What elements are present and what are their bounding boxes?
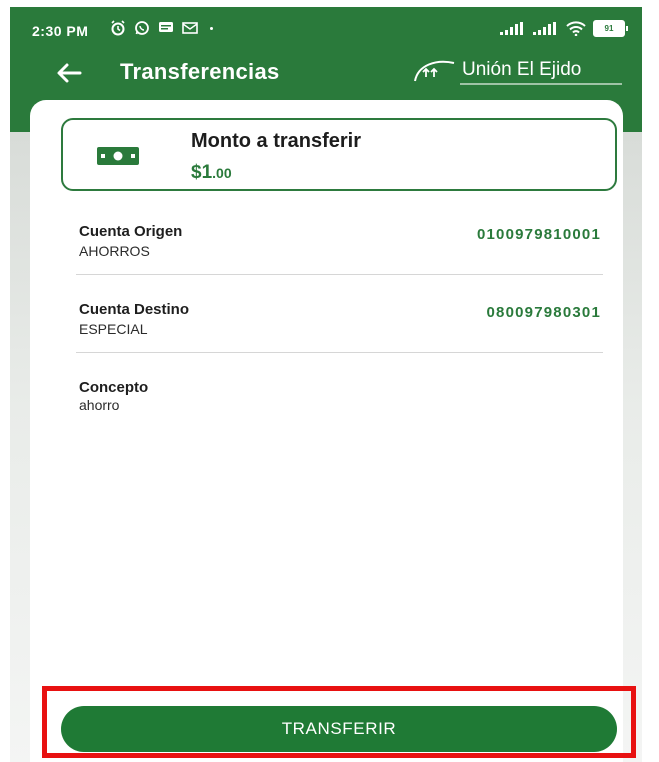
alarm-icon bbox=[111, 20, 125, 36]
amount-value: $1.00 bbox=[191, 162, 232, 184]
logo-arc-icon bbox=[414, 60, 455, 82]
battery-level: 91 bbox=[593, 20, 625, 37]
brand-underline bbox=[460, 83, 622, 85]
whatsapp-icon bbox=[135, 21, 149, 35]
destination-account-type: ESPECIAL bbox=[79, 321, 148, 337]
system-icons: 91 bbox=[500, 20, 628, 37]
origin-account-row: Cuenta Origen AHORROS 0100979810001 bbox=[79, 223, 604, 259]
page-title: Transferencias bbox=[120, 59, 280, 84]
destination-account-number: 080097980301 bbox=[486, 304, 601, 321]
message-icon bbox=[159, 22, 173, 32]
notification-icons bbox=[110, 20, 213, 36]
app-bar: Transferencias Unión El Ejido bbox=[10, 49, 642, 105]
destination-account-row: Cuenta Destino ESPECIAL 080097980301 bbox=[79, 301, 604, 337]
amount-card: Monto a transferir $1.00 bbox=[61, 118, 617, 191]
status-time: 2:30 PM bbox=[32, 23, 89, 39]
brand-logo: Unión El Ejido bbox=[412, 57, 622, 85]
signal-icon bbox=[533, 22, 556, 35]
mail-icon bbox=[182, 22, 198, 34]
status-bar: 2:30 PM 91 bbox=[10, 7, 642, 49]
origin-account-type: AHORROS bbox=[79, 243, 150, 259]
signal-icon bbox=[500, 22, 523, 35]
amount-label: Monto a transferir bbox=[191, 130, 362, 152]
concept-row: Concepto ahorro bbox=[79, 379, 604, 413]
amount-cents: .00 bbox=[212, 165, 232, 181]
transfer-button[interactable]: TRANSFERIR bbox=[61, 706, 617, 752]
amount-main: $1 bbox=[191, 162, 213, 183]
concept-label: Concepto bbox=[79, 379, 149, 396]
origin-account-number: 0100979810001 bbox=[476, 226, 601, 243]
divider bbox=[76, 352, 603, 353]
arrow-left-icon[interactable] bbox=[52, 58, 86, 88]
divider bbox=[76, 274, 603, 275]
brand-name: Unión El Ejido bbox=[462, 59, 582, 80]
phone-screen: 2:30 PM 91 Transferencias Unión El Ejido… bbox=[10, 7, 642, 762]
concept-value: ahorro bbox=[79, 397, 120, 413]
battery-icon: 91 bbox=[593, 20, 628, 37]
cash-icon bbox=[97, 147, 139, 165]
wifi-icon bbox=[566, 21, 586, 36]
dot-indicator bbox=[210, 26, 213, 30]
transfer-summary: Monto a transferir $1.00 Cuenta Origen A… bbox=[30, 100, 623, 762]
